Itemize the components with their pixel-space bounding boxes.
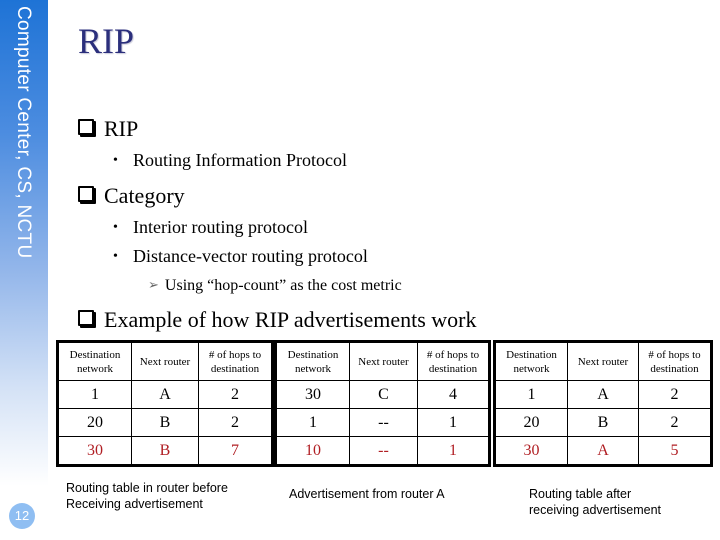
header-hops: # of hops to destination — [198, 341, 273, 381]
table-row: 1 -- 1 — [275, 408, 490, 437]
caption-line: Receiving advertisement — [66, 497, 203, 511]
table-row: 20 B 2 — [494, 408, 712, 437]
header-next-router: Next router — [567, 341, 639, 381]
dot-bullet-icon: • — [113, 153, 118, 168]
cell-destination: 1 — [494, 380, 568, 409]
dot-bullet-icon: • — [113, 249, 118, 264]
routing-table-before: Destination network Next router # of hops… — [56, 340, 274, 467]
cell-next-router: A — [131, 380, 199, 409]
cell-hops: 1 — [417, 408, 490, 437]
cell-next-router: B — [131, 408, 199, 437]
caption-line: Advertisement from router A — [289, 487, 445, 501]
header-destination-network: Destination network — [57, 341, 132, 381]
page-number-badge: 12 — [9, 503, 35, 529]
cell-next-router: B — [131, 436, 199, 466]
cell-hops: 2 — [638, 380, 712, 409]
sub-bullet-label: Routing Information Protocol — [133, 150, 347, 170]
cell-destination: 1 — [57, 380, 132, 409]
cell-destination: 30 — [275, 380, 350, 409]
sub-bullet-routing-information-protocol: • Routing Information Protocol — [113, 150, 347, 171]
checkbox-bullet-icon — [78, 119, 94, 135]
cell-hops: 7 — [198, 436, 273, 466]
cell-hops: 4 — [417, 380, 490, 409]
sub-sub-bullet-label: Using “hop-count” as the cost metric — [164, 277, 402, 294]
bullet-rip: RIP — [78, 116, 138, 142]
cell-destination: 30 — [494, 436, 568, 466]
sub-bullet-label: Interior routing protocol — [133, 217, 308, 237]
cell-destination: 1 — [275, 408, 350, 437]
header-destination-network: Destination network — [275, 341, 350, 381]
organization-label: Computer Center, CS, NCTU — [13, 6, 34, 259]
sub-bullet-distance-vector: • Distance-vector routing protocol — [113, 246, 368, 267]
caption-advertisement: Advertisement from router A — [289, 486, 445, 502]
caption-line: receiving advertisement — [529, 503, 662, 517]
bullet-category: Category — [78, 183, 185, 209]
cell-hops: 5 — [638, 436, 712, 466]
table-row: 1 A 2 — [494, 380, 712, 409]
cell-next-router: -- — [349, 436, 418, 466]
checkbox-bullet-icon — [78, 310, 94, 326]
header-next-router: Next router — [349, 341, 418, 381]
table-row-highlighted: 10 -- 1 — [275, 436, 490, 466]
header-hops: # of hops to destination — [638, 341, 712, 381]
caption-before: Routing table in router before Receiving… — [66, 480, 228, 512]
sub-bullet-label: Distance-vector routing protocol — [133, 246, 368, 266]
table-row: 30 C 4 — [275, 380, 490, 409]
cell-next-router: A — [567, 380, 639, 409]
header-destination-network: Destination network — [494, 341, 568, 381]
checkbox-bullet-icon — [78, 186, 94, 202]
advertisement-table-router-a: Destination network Next router # of hops… — [274, 340, 491, 467]
cell-hops: 2 — [638, 408, 712, 437]
table-header-row: Destination network Next router # of hops… — [57, 341, 273, 381]
table-row-highlighted: 30 B 7 — [57, 436, 273, 466]
bullet-example: Example of how RIP advertisements work — [78, 307, 477, 333]
caption-after: Routing table after receiving advertisem… — [529, 486, 661, 518]
bullet-label: Category — [104, 183, 185, 208]
routing-table-after: Destination network Next router # of hops… — [493, 340, 713, 467]
caption-line: Routing table in router before — [66, 481, 228, 495]
cell-destination: 10 — [275, 436, 350, 466]
cell-hops: 2 — [198, 408, 273, 437]
sub-bullet-interior-routing: • Interior routing protocol — [113, 217, 308, 238]
table-row-highlighted: 30 A 5 — [494, 436, 712, 466]
cell-next-router: B — [567, 408, 639, 437]
sub-sub-bullet-hop-count: ➢ Using “hop-count” as the cost metric — [148, 277, 402, 295]
header-hops: # of hops to destination — [417, 341, 490, 381]
slide-title: RIP — [78, 21, 135, 61]
sidebar-banner: Computer Center, CS, NCTU 12 — [0, 0, 48, 540]
arrow-bullet-icon: ➢ — [148, 277, 159, 292]
bullet-label: Example of how RIP advertisements work — [104, 307, 477, 332]
caption-line: Routing table after — [529, 487, 632, 501]
table-row: 20 B 2 — [57, 408, 273, 437]
cell-destination: 30 — [57, 436, 132, 466]
cell-hops: 2 — [198, 380, 273, 409]
cell-next-router: -- — [349, 408, 418, 437]
table-row: 1 A 2 — [57, 380, 273, 409]
table-header-row: Destination network Next router # of hops… — [494, 341, 712, 381]
bullet-label: RIP — [104, 116, 139, 141]
table-header-row: Destination network Next router # of hops… — [275, 341, 490, 381]
header-next-router: Next router — [131, 341, 199, 381]
cell-next-router: C — [349, 380, 418, 409]
cell-next-router: A — [567, 436, 639, 466]
cell-hops: 1 — [417, 436, 490, 466]
dot-bullet-icon: • — [113, 220, 118, 235]
cell-destination: 20 — [57, 408, 132, 437]
cell-destination: 20 — [494, 408, 568, 437]
